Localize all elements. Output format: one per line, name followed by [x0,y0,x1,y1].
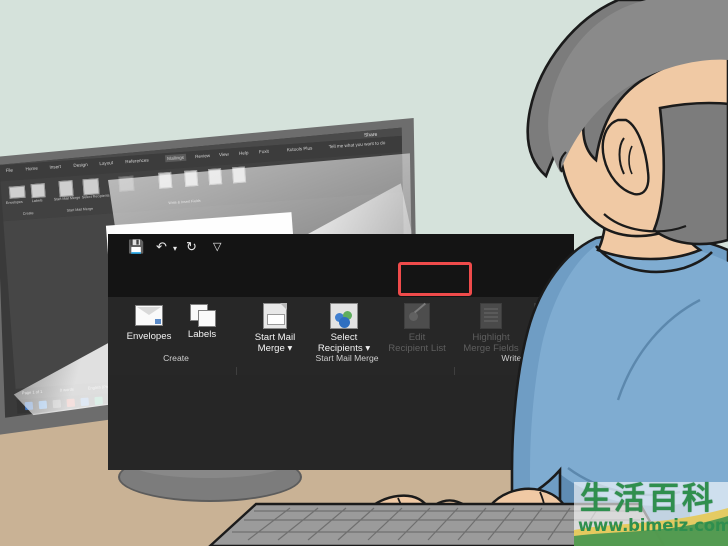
edit-recipient-list-label-1: Edit [408,332,426,343]
taskbar-icon-4 [66,398,76,408]
background-tab-view: View [218,151,230,158]
word-application-window: 💾 ↶ ▾ ↻ ▽ File Home Insert Design Layout… [108,234,574,470]
select-recipients-label-1: Select [330,332,358,343]
background-insert-merge-field-icon [231,166,247,184]
save-icon[interactable]: 💾 [128,240,144,253]
customize-qat-icon[interactable]: ▽ [213,242,221,253]
start-mail-merge-button[interactable]: Start Mail Merge ▾ [244,303,306,354]
start-mail-merge-label-1: Start Mail [254,332,296,343]
background-tab-foxit: Foxit [258,148,270,155]
highlight-merge-fields-icon [480,303,502,329]
watermark-url: www.bimeiz.com [578,516,728,535]
start-mail-merge-icon [263,303,287,329]
background-tab-help: Help [238,150,249,156]
ribbon-tab-strip: File Home Insert Design Layout Reference… [108,265,574,319]
taskbar-icon-2 [38,400,48,410]
labels-icon [190,304,216,327]
watermark-chinese-text: 生活百科 [580,481,716,517]
background-tab-insert: Insert [49,163,62,170]
taskbar-icon-5 [80,397,90,407]
envelopes-button[interactable]: Envelopes [120,305,178,342]
background-envelope-icon [8,185,26,199]
background-group-create: Create [22,211,34,216]
screenshot-stage: Document1 - Word Sign in — □ ✕ Share Fil… [0,0,728,546]
background-btn-labels: Labels [31,198,43,204]
background-start-mail-merge-icon [58,180,74,198]
background-status-words: 0 words [59,386,74,393]
edit-recipient-list-button: Edit Recipient List [382,303,452,354]
select-recipients-button[interactable]: Select Recipients ▾ [308,303,380,354]
background-edit-recipient-list-icon [118,175,135,192]
labels-button[interactable]: Labels [178,304,226,340]
address-block-icon [534,303,556,329]
background-highlight-merge-fields-icon [158,171,173,189]
background-tab-layout: Layout [99,160,114,167]
highlight-merge-fields-label-1: Highlight [472,332,510,343]
ruler-and-document-area: L · 2 · ᵥ · 1 · ᵥ ·· ᵥ · 1 · ᵥ · 2 2 · ᵥ… [108,375,574,470]
watermark: 生活百科 www.bimeiz.com [574,482,728,546]
background-select-recipients-icon [82,178,100,196]
address-block-label-1: Address [527,332,563,343]
quick-access-toolbar: 💾 ↶ ▾ ↻ ▽ [108,234,574,265]
background-greeting-line-icon [208,168,223,186]
background-labels-icon [30,183,46,199]
background-address-block-icon [184,169,199,187]
edit-recipient-list-icon [404,303,430,329]
envelope-icon [135,305,163,326]
background-tab-design: Design [73,161,88,169]
ribbon: Envelopes Labels Create Start Mail Merge… [108,297,574,429]
redo-icon[interactable]: ↻ [186,240,197,253]
mailings-tab-highlight [398,262,472,296]
background-tab-home: Home [25,165,38,172]
greeting-line-label-1: Greeting [566,332,574,343]
envelopes-label: Envelopes [126,331,172,342]
taskbar-icon-3 [52,399,62,409]
highlight-merge-fields-button: Highlight Merge Fields [460,303,522,354]
undo-dropdown-icon[interactable]: ▾ [173,245,177,253]
greeting-line-button: Greeting Line [566,303,574,354]
select-recipients-icon [330,303,358,329]
address-block-button: Address Block [520,303,570,354]
taskbar-icon-1 [24,401,34,411]
group-label-create: Create [163,353,189,363]
undo-icon[interactable]: ↶ [156,240,167,253]
group-label-start-mail-merge: Start Mail Merge [315,353,379,363]
taskbar-icon-6 [94,396,103,406]
labels-label: Labels [187,329,217,340]
group-label-write-insert-fields: Write & Insert Fields [501,353,574,363]
background-tab-file: File [5,167,14,173]
